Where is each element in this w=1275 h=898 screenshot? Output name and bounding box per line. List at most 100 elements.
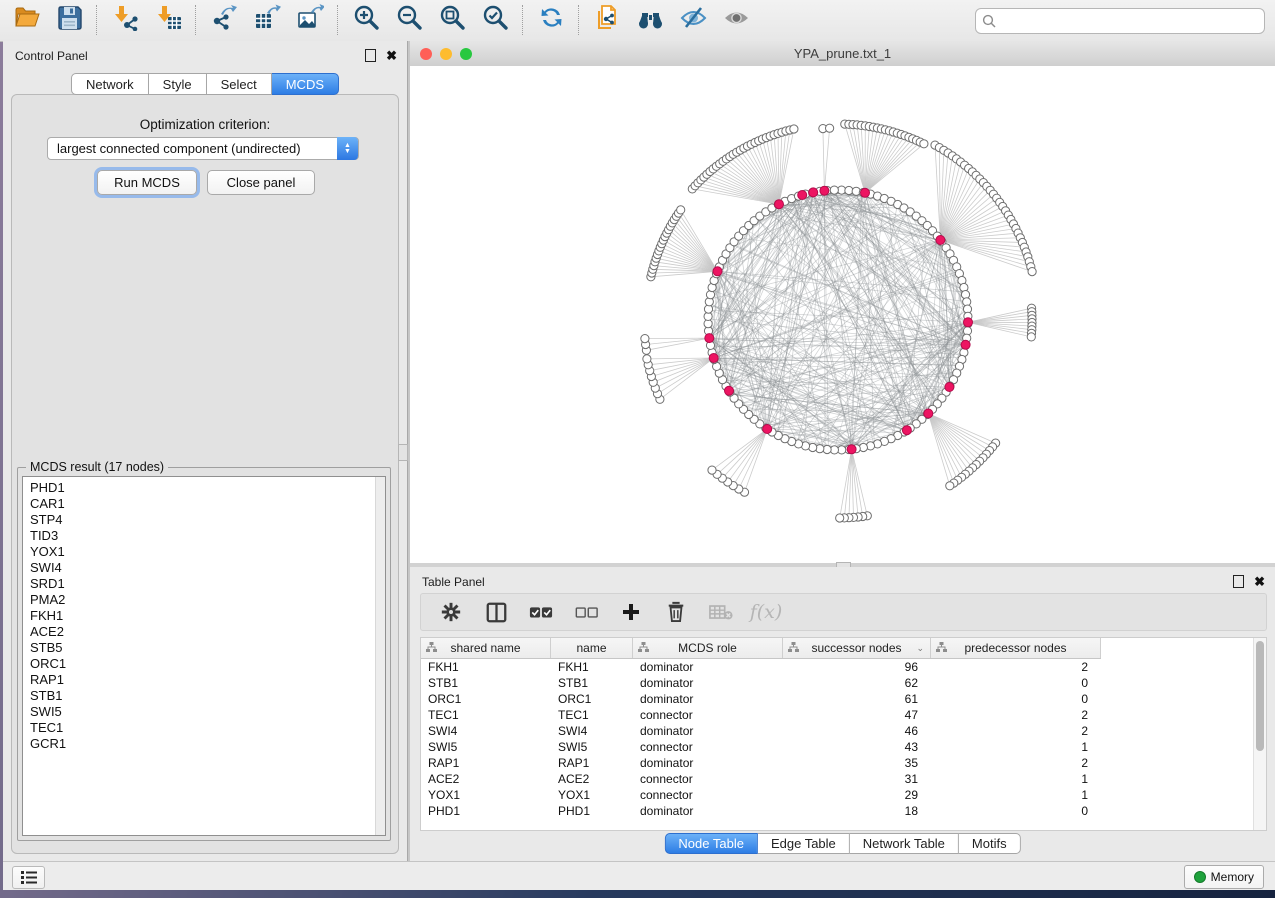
deselect-all-button[interactable] bbox=[574, 599, 598, 625]
tab-network-table[interactable]: Network Table bbox=[850, 833, 959, 854]
table-row[interactable]: TEC1TEC1connector472 bbox=[421, 707, 1101, 723]
mcds-result-item[interactable]: PMA2 bbox=[30, 592, 66, 608]
mcds-hub-node[interactable] bbox=[961, 340, 970, 349]
mcds-result-item[interactable]: TEC1 bbox=[30, 720, 66, 736]
mcds-result-item[interactable]: SWI4 bbox=[30, 560, 66, 576]
table-row[interactable]: SWI4SWI4dominator462 bbox=[421, 723, 1101, 739]
mcds-hub-node[interactable] bbox=[725, 386, 734, 395]
tab-mcds[interactable]: MCDS bbox=[272, 73, 339, 95]
table-row[interactable]: PHD1PHD1dominator180 bbox=[421, 803, 1101, 819]
sort-descending-icon[interactable]: ⌄ bbox=[916, 643, 924, 654]
mcds-hub-node[interactable] bbox=[713, 267, 722, 276]
tab-motifs[interactable]: Motifs bbox=[959, 833, 1021, 854]
mcds-hub-node[interactable] bbox=[964, 318, 973, 327]
show-all-button[interactable] bbox=[718, 3, 754, 37]
search-box[interactable] bbox=[975, 8, 1265, 34]
optimization-criterion-select[interactable]: largest connected component (undirected)… bbox=[47, 137, 359, 160]
network-node[interactable] bbox=[677, 206, 685, 214]
open-session-button[interactable] bbox=[8, 3, 44, 37]
network-window-titlebar[interactable]: YPA_prune.txt_1 bbox=[410, 41, 1275, 67]
tab-edge-table[interactable]: Edge Table bbox=[758, 833, 850, 854]
mcds-result-item[interactable]: SRD1 bbox=[30, 576, 66, 592]
hide-selected-button[interactable] bbox=[675, 3, 711, 37]
tab-style[interactable]: Style bbox=[149, 73, 207, 95]
mcds-hub-node[interactable] bbox=[775, 200, 784, 209]
mcds-hub-node[interactable] bbox=[861, 188, 870, 197]
import-network-button[interactable] bbox=[107, 3, 143, 37]
mcds-hub-node[interactable] bbox=[945, 383, 954, 392]
close-panel-icon[interactable]: ✖ bbox=[386, 50, 397, 61]
table-row[interactable]: ACE2ACE2connector311 bbox=[421, 771, 1101, 787]
import-table-button[interactable] bbox=[150, 3, 186, 37]
network-node[interactable] bbox=[1028, 268, 1036, 276]
mcds-result-item[interactable]: STB5 bbox=[30, 640, 66, 656]
network-node[interactable] bbox=[641, 335, 649, 343]
mcds-result-item[interactable]: PHD1 bbox=[30, 480, 66, 496]
network-node[interactable] bbox=[836, 514, 844, 522]
mcds-hub-node[interactable] bbox=[936, 236, 945, 245]
network-node[interactable] bbox=[708, 466, 716, 474]
mcds-result-item[interactable]: STP4 bbox=[30, 512, 66, 528]
tab-select[interactable]: Select bbox=[207, 73, 272, 95]
export-table-button[interactable] bbox=[249, 3, 285, 37]
tab-node-table[interactable]: Node Table bbox=[664, 833, 758, 854]
table-row[interactable]: STB1STB1dominator620 bbox=[421, 675, 1101, 691]
table-scrollbar[interactable] bbox=[1253, 638, 1266, 830]
mcds-result-item[interactable]: SWI5 bbox=[30, 704, 66, 720]
mcds-hub-node[interactable] bbox=[798, 191, 807, 200]
network-node[interactable] bbox=[826, 124, 834, 132]
run-mcds-button[interactable]: Run MCDS bbox=[97, 170, 197, 195]
add-column-button[interactable] bbox=[619, 599, 643, 625]
network-node[interactable] bbox=[920, 140, 928, 148]
select-all-button[interactable] bbox=[529, 599, 553, 625]
zoom-in-button[interactable] bbox=[348, 3, 384, 37]
clone-network-button[interactable] bbox=[589, 3, 625, 37]
table-row[interactable]: ORC1ORC1dominator610 bbox=[421, 691, 1101, 707]
mcds-result-item[interactable]: RAP1 bbox=[30, 672, 66, 688]
column-header-MCDS-role[interactable]: MCDS role bbox=[633, 638, 783, 658]
mcds-result-item[interactable]: STB1 bbox=[30, 688, 66, 704]
export-image-button[interactable] bbox=[292, 3, 328, 37]
table-row[interactable]: YOX1YOX1connector291 bbox=[421, 787, 1101, 803]
zoom-fit-button[interactable] bbox=[434, 3, 470, 37]
mcds-result-item[interactable]: FKH1 bbox=[30, 608, 66, 624]
mcds-hub-node[interactable] bbox=[924, 409, 933, 418]
mcds-hub-node[interactable] bbox=[847, 445, 856, 454]
mcds-hub-node[interactable] bbox=[705, 334, 714, 343]
mcds-hub-node[interactable] bbox=[902, 426, 911, 435]
network-node[interactable] bbox=[946, 482, 954, 490]
refresh-layout-button[interactable] bbox=[533, 3, 569, 37]
float-panel-icon[interactable] bbox=[365, 49, 376, 62]
column-header-successor-nodes[interactable]: successor nodes⌄ bbox=[783, 638, 931, 658]
search-input[interactable] bbox=[996, 11, 1264, 31]
mcds-result-item[interactable]: TID3 bbox=[30, 528, 66, 544]
network-canvas[interactable] bbox=[410, 66, 1275, 563]
network-node[interactable] bbox=[643, 355, 651, 363]
save-session-button[interactable] bbox=[51, 3, 87, 37]
table-row[interactable]: FKH1FKH1dominator962 bbox=[421, 659, 1101, 675]
mcds-hub-node[interactable] bbox=[809, 188, 818, 197]
export-network-button[interactable] bbox=[206, 3, 242, 37]
mcds-hub-node[interactable] bbox=[763, 425, 772, 434]
close-table-panel-icon[interactable]: ✖ bbox=[1254, 576, 1265, 587]
close-panel-button[interactable]: Close panel bbox=[207, 170, 315, 195]
mcds-result-item[interactable]: ACE2 bbox=[30, 624, 66, 640]
float-table-panel-icon[interactable] bbox=[1233, 575, 1244, 588]
network-node[interactable] bbox=[830, 186, 838, 194]
mcds-result-item[interactable]: GCR1 bbox=[30, 736, 66, 752]
search-binoculars-button[interactable] bbox=[632, 3, 668, 37]
mcds-result-item[interactable]: CAR1 bbox=[30, 496, 66, 512]
table-row[interactable]: RAP1RAP1dominator352 bbox=[421, 755, 1101, 771]
tab-network[interactable]: Network bbox=[71, 73, 149, 95]
mcds-list-scrollbar[interactable] bbox=[375, 477, 385, 835]
table-scrollbar-thumb[interactable] bbox=[1256, 641, 1264, 751]
mcds-hub-node[interactable] bbox=[820, 186, 829, 195]
settings-gear-button[interactable] bbox=[439, 599, 463, 625]
mcds-result-item[interactable]: YOX1 bbox=[30, 544, 66, 560]
mcds-result-list[interactable]: PHD1CAR1STP4TID3YOX1SWI4SRD1PMA2FKH1ACE2… bbox=[22, 476, 386, 836]
split-panel-button[interactable] bbox=[484, 599, 508, 625]
table-row[interactable]: SWI5SWI5connector431 bbox=[421, 739, 1101, 755]
zoom-selected-button[interactable] bbox=[477, 3, 513, 37]
delete-column-button[interactable] bbox=[664, 599, 688, 625]
task-history-button[interactable] bbox=[12, 866, 45, 889]
